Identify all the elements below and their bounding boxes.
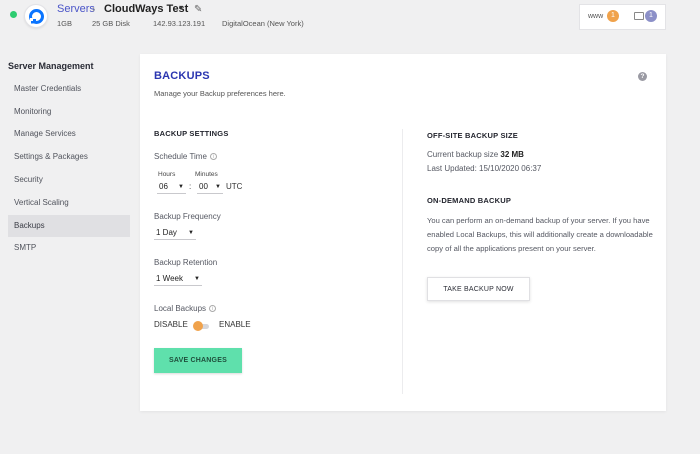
folder-icon[interactable] <box>634 12 644 20</box>
backup-retention-label: Backup Retention <box>154 258 218 267</box>
minutes-select[interactable]: 00 ▼ <box>197 181 223 194</box>
timezone-label: UTC <box>226 182 243 191</box>
column-divider <box>402 129 403 394</box>
notifications-box: www 1 1 <box>579 4 666 30</box>
chevron-down-icon: ▼ <box>194 276 200 282</box>
www-count-badge[interactable]: 1 <box>607 10 619 22</box>
backups-card: BACKUPS Manage your Backup preferences h… <box>140 54 666 411</box>
hours-label: Hours <box>158 171 176 178</box>
sidebar-item-backups[interactable]: Backups <box>8 215 130 237</box>
server-ip: 142.93.123.191 <box>153 19 206 28</box>
backup-settings-title: BACKUP SETTINGS <box>154 129 229 138</box>
backup-frequency-value: 1 Day <box>156 228 177 237</box>
chevron-down-icon: ▼ <box>178 184 184 190</box>
backup-retention-value: 1 Week <box>156 274 183 283</box>
edit-server-name-icon[interactable]: ✎ <box>194 4 202 15</box>
sidebar-item-smtp[interactable]: SMTP <box>8 237 130 259</box>
current-backup-size-label: Current backup size <box>427 150 499 159</box>
server-provider: DigitalOcean (New York) <box>222 19 304 28</box>
last-updated: Last Updated: 15/10/2020 06:37 <box>427 164 542 173</box>
page-subtitle: Manage your Backup preferences here. <box>154 89 286 98</box>
disable-label: DISABLE <box>154 320 188 329</box>
save-changes-button[interactable]: SAVE CHANGES <box>154 348 242 373</box>
current-backup-size-value: 32 MB <box>500 150 524 159</box>
schedule-time-text: Schedule Time <box>154 152 207 161</box>
online-status-icon <box>10 11 17 18</box>
minutes-value: 00 <box>199 182 208 191</box>
sidebar-item-security[interactable]: Security <box>8 169 130 191</box>
schedule-time-label: Schedule Time i <box>154 152 217 161</box>
help-icon[interactable]: ? <box>638 72 647 81</box>
hours-value: 06 <box>159 182 168 191</box>
enable-label: ENABLE <box>219 320 251 329</box>
folder-count-badge[interactable]: 1 <box>645 10 657 22</box>
sidebar-title: Server Management <box>8 61 94 71</box>
info-icon[interactable]: i <box>209 305 217 312</box>
chevron-down-icon: ▼ <box>188 230 194 236</box>
page-title: BACKUPS <box>154 70 210 82</box>
sidebar-item-vertical-scaling[interactable]: Vertical Scaling <box>8 192 130 214</box>
local-backups-label: Local Backups i <box>154 304 217 313</box>
offsite-backup-title: OFF-SITE BACKUP SIZE <box>427 131 518 140</box>
info-icon[interactable]: i <box>209 153 217 160</box>
server-switch-caret-icon[interactable]: ▾ <box>179 3 183 12</box>
sidebar-item-monitoring[interactable]: Monitoring <box>8 101 130 123</box>
sidebar-item-settings-packages[interactable]: Settings & Packages <box>8 146 130 168</box>
backup-frequency-select[interactable]: 1 Day ▼ <box>154 227 196 240</box>
sidebar-item-manage-services[interactable]: Manage Services <box>8 123 130 145</box>
ondemand-backup-description: You can perform an on-demand backup of y… <box>427 216 653 253</box>
minutes-label: Minutes <box>195 171 218 178</box>
backup-retention-select[interactable]: 1 Week ▼ <box>154 273 202 286</box>
server-ram: 1GB <box>57 19 73 28</box>
backup-frequency-label: Backup Frequency <box>154 212 221 221</box>
ondemand-backup-title: ON-DEMAND BACKUP <box>427 196 512 205</box>
breadcrumb-separator-icon: › <box>92 4 96 15</box>
server-disk: 25 GB Disk <box>92 19 130 28</box>
current-backup-size: Current backup size 32 MB <box>427 150 524 159</box>
breadcrumb-servers-link[interactable]: Servers <box>57 3 95 15</box>
sidebar-item-master-credentials[interactable]: Master Credentials <box>8 78 130 100</box>
www-label[interactable]: www <box>588 13 603 20</box>
digitalocean-logo-icon <box>24 4 48 28</box>
server-name[interactable]: CloudWays Test <box>104 3 188 15</box>
take-backup-now-button[interactable]: TAKE BACKUP NOW <box>427 277 530 301</box>
local-backups-toggle-knob[interactable] <box>193 321 203 331</box>
time-colon: : <box>189 182 192 191</box>
hours-select[interactable]: 06 ▼ <box>157 181 186 194</box>
local-backups-text: Local Backups <box>154 304 207 313</box>
chevron-down-icon: ▼ <box>215 184 221 190</box>
server-header: Servers › CloudWays Test ▾ ✎ 1GB 25 GB D… <box>0 0 700 36</box>
